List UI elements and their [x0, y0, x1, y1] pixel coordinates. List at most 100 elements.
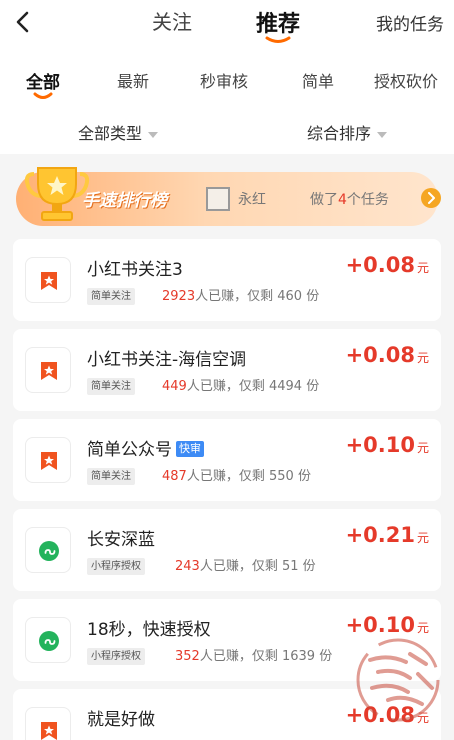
task-reward: +0.10 元: [346, 433, 429, 457]
remaining-count: 550: [268, 469, 294, 484]
user-avatar: [206, 187, 230, 211]
bookmark-star-icon: [39, 361, 59, 381]
task-title-text: 小红书关注3: [87, 260, 183, 280]
task-reward: +0.08 元: [346, 253, 429, 277]
task-icon-frame: [25, 527, 71, 573]
task-reward: +0.08 元: [346, 343, 429, 367]
reward-amount: +0.08: [345, 253, 415, 277]
subtab-quick-review[interactable]: 秒审核: [200, 68, 248, 92]
task-title: 就是好做: [87, 705, 155, 730]
task-title: 小红书关注-海信空调: [87, 345, 246, 370]
earned-count: 449: [162, 379, 187, 394]
reward-amount: +0.08: [345, 343, 415, 367]
tab-follow[interactable]: 关注: [152, 6, 192, 35]
task-stats: 487人已赚，仅剩 550 份: [162, 468, 311, 485]
task-card[interactable]: 小红书关注3 简单关注 2923人已赚，仅剩 460 份 +0.08 元: [13, 239, 441, 321]
task-card[interactable]: 小红书关注-海信空调 简单关注 449人已赚，仅剩 4494 份 +0.08 元: [13, 329, 441, 411]
my-tasks-link[interactable]: 我的任务: [376, 10, 444, 35]
earned-count: 2923: [162, 289, 196, 304]
task-stats: 243人已赚，仅剩 51 份: [175, 558, 316, 575]
earned-suffix: 人已赚，仅剩: [199, 649, 278, 664]
caret-down-icon: [148, 131, 159, 138]
ranking-desc-suffix: 个任务: [346, 192, 389, 208]
type-filter[interactable]: 全部类型: [78, 120, 159, 144]
active-subtab-indicator: [33, 92, 53, 99]
tab-recommend[interactable]: 推荐: [256, 6, 300, 38]
task-icon-frame: [25, 257, 71, 303]
fast-review-tag: 快审: [176, 441, 204, 457]
task-type-badge: 简单关注: [87, 288, 135, 305]
subtab-auth-bargain[interactable]: 授权砍价: [374, 68, 438, 92]
subtab-latest[interactable]: 最新: [117, 68, 149, 92]
remaining-count: 1639: [281, 649, 316, 664]
mini-program-icon: [39, 631, 59, 651]
reward-amount: +0.10: [345, 433, 415, 457]
task-reward: +0.21 元: [346, 523, 429, 547]
task-card[interactable]: 简单公众号 快审简单关注 487人已赚，仅剩 550 份 +0.10 元: [13, 419, 441, 501]
task-stats: 2923人已赚，仅剩 460 份: [162, 288, 319, 305]
subtab-simple[interactable]: 简单: [302, 68, 334, 92]
task-icon-frame: [25, 347, 71, 393]
speed-ranking-banner[interactable]: 手速排行榜 永红 做了4个任务: [16, 167, 441, 226]
ranking-user-name: 永红: [238, 192, 266, 208]
task-stats: 352人已赚，仅剩 1639 份: [175, 648, 332, 665]
reward-currency: 元: [416, 441, 429, 455]
earned-count: 243: [175, 559, 200, 574]
filter-bar: 全部类型 综合排序: [0, 108, 454, 154]
task-title: 小红书关注3: [87, 255, 183, 280]
bookmark-star-icon: [39, 451, 59, 471]
task-type-badge: 简单关注: [87, 468, 135, 485]
reward-currency: 元: [416, 531, 429, 545]
remaining-unit: 份: [297, 469, 311, 484]
task-type-badge: 小程序授权: [87, 648, 145, 665]
bookmark-star-icon: [39, 721, 59, 740]
task-card[interactable]: 长安深蓝 小程序授权 243人已赚，仅剩 51 份 +0.21 元: [13, 509, 441, 591]
remaining-count: 4494: [268, 379, 303, 394]
task-title: 18秒，快速授权: [87, 615, 211, 640]
ranking-title: 手速排行榜: [82, 191, 167, 211]
type-filter-label: 全部类型: [78, 124, 143, 143]
mini-program-icon: [39, 541, 59, 561]
remaining-count: 51: [281, 559, 299, 574]
ranking-description: 做了4个任务: [310, 189, 389, 209]
earned-count: 352: [175, 649, 200, 664]
task-title-text: 小红书关注-海信空调: [87, 350, 247, 370]
earned-suffix: 人已赚，仅剩: [195, 289, 274, 304]
earned-suffix: 人已赚，仅剩: [199, 559, 278, 574]
ranking-desc-prefix: 做了: [310, 192, 338, 208]
task-stats: 449人已赚，仅剩 4494 份: [162, 378, 319, 395]
remaining-unit: 份: [319, 649, 333, 664]
ranking-count: 4: [338, 192, 347, 208]
reward-currency: 元: [416, 351, 429, 365]
remaining-count: 460: [277, 289, 303, 304]
trophy-icon: [24, 167, 90, 221]
task-title-text: 长安深蓝: [87, 530, 155, 550]
chevron-right-icon[interactable]: [421, 188, 441, 208]
caret-down-icon: [377, 131, 388, 138]
task-type-badge: 简单关注: [87, 378, 135, 395]
bookmark-star-icon: [39, 271, 59, 291]
remaining-unit: 份: [302, 559, 316, 574]
earned-suffix: 人已赚，仅剩: [186, 379, 265, 394]
sort-filter[interactable]: 综合排序: [307, 120, 388, 144]
task-icon-frame: [25, 617, 71, 663]
task-title-text: 18秒，快速授权: [87, 620, 211, 640]
category-tabs: 全部 最新 秒审核 简单 授权砍价: [0, 56, 454, 108]
sort-filter-label: 综合排序: [307, 124, 372, 143]
earned-count: 487: [162, 469, 187, 484]
active-tab-indicator: [265, 36, 291, 43]
reward-amount: +0.21: [345, 523, 415, 547]
task-icon-frame: [25, 437, 71, 483]
remaining-unit: 份: [306, 379, 320, 394]
top-bar: 关注 推荐 我的任务: [0, 0, 454, 56]
task-title: 简单公众号 快审: [87, 435, 204, 460]
back-icon[interactable]: [10, 8, 38, 36]
reward-currency: 元: [416, 261, 429, 275]
remaining-unit: 份: [306, 289, 320, 304]
earned-suffix: 人已赚，仅剩: [186, 469, 265, 484]
seal-watermark-icon: [356, 638, 440, 722]
task-icon-frame: [25, 707, 71, 740]
task-title-text: 就是好做: [87, 710, 155, 730]
subtab-all[interactable]: 全部: [26, 68, 60, 93]
task-title: 长安深蓝: [87, 525, 155, 550]
